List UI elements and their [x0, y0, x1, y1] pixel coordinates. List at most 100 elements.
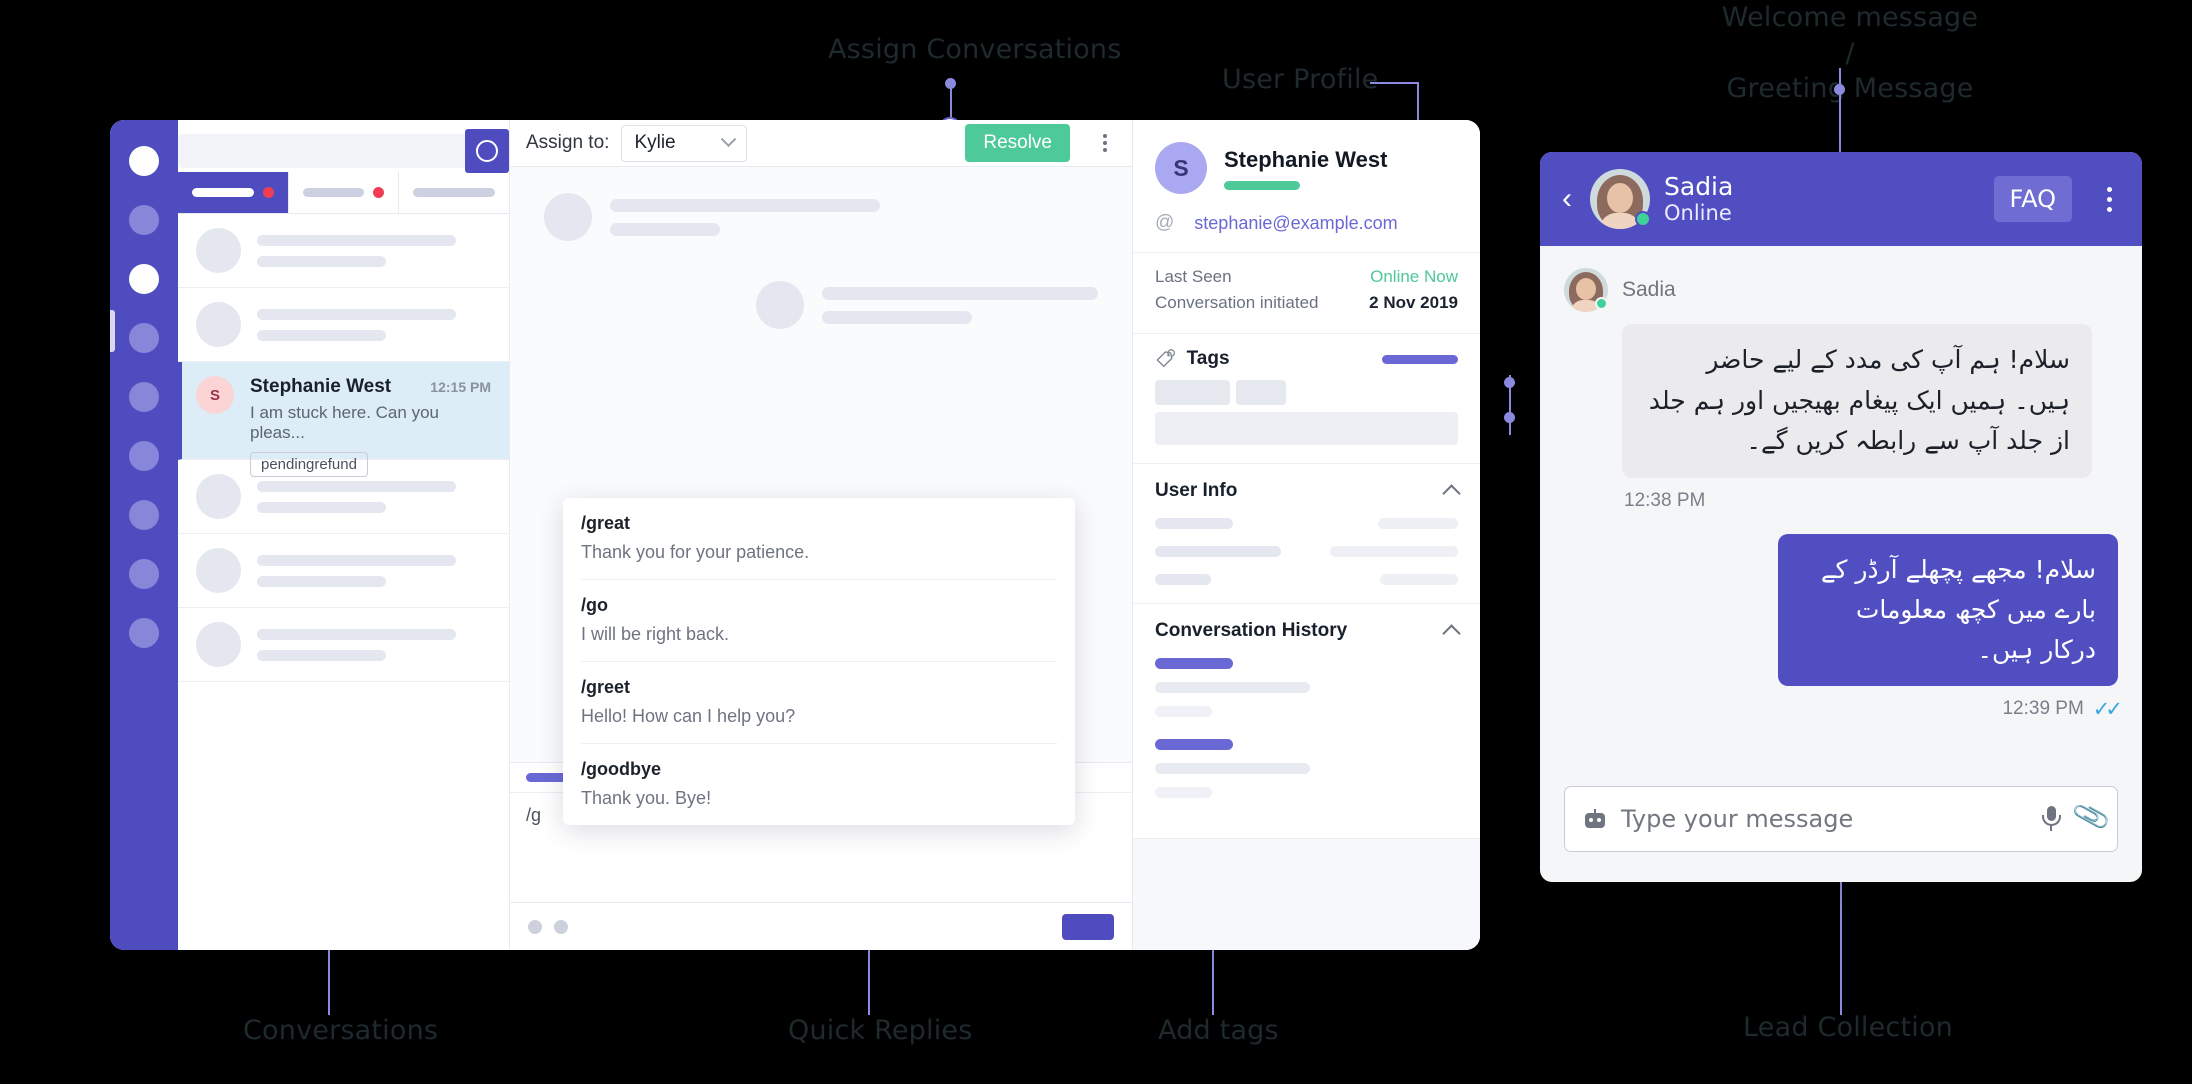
add-tag-button[interactable]	[1382, 354, 1458, 364]
widget-agent-name: Sadia	[1664, 171, 1734, 201]
list-item[interactable]	[178, 534, 509, 608]
list-item[interactable]	[178, 608, 509, 682]
history-entry[interactable]	[1155, 658, 1458, 717]
widget-message-sender-row: Sadia	[1564, 268, 2118, 312]
message-row-incoming	[544, 193, 1098, 241]
meta-key: Conversation initiated	[1155, 293, 1319, 312]
quick-reply-item[interactable]: /go I will be right back.	[581, 580, 1057, 662]
faq-button[interactable]: FAQ	[1993, 176, 2072, 222]
user-info-section: User Info	[1133, 464, 1480, 604]
tab-open[interactable]	[178, 172, 289, 213]
nav-item-4[interactable]	[129, 382, 159, 412]
quick-reply-item[interactable]: /goodbye Thank you. Bye!	[581, 744, 1057, 825]
tag-chip[interactable]	[1236, 380, 1286, 405]
quick-reply-text: I will be right back.	[581, 624, 730, 644]
conversation-toolbar: Assign to: Kylie Resolve	[510, 120, 1132, 167]
quick-reply-text: Hello! How can I help you?	[581, 706, 796, 726]
tab-open-label	[192, 188, 254, 197]
avatar	[544, 193, 592, 241]
quick-reply-command: /great	[581, 513, 631, 533]
search-icon	[476, 140, 498, 162]
contact-name: Stephanie West	[250, 376, 392, 397]
tag-input[interactable]	[1155, 412, 1458, 445]
profile-name: Stephanie West	[1224, 146, 1388, 172]
tag-chip[interactable]	[1155, 380, 1230, 405]
emoji-icon[interactable]	[528, 919, 542, 934]
assign-to-value: Kylie	[634, 132, 676, 153]
profile-status-bar	[1224, 180, 1300, 190]
conversation-history-header[interactable]: Conversation History	[1155, 620, 1461, 643]
annotation-assign-conversations: Assign Conversations	[828, 34, 1122, 65]
message-time-outgoing: 12:39 PM ✓✓	[2002, 697, 2123, 722]
list-item[interactable]	[178, 288, 509, 362]
avatar	[196, 622, 241, 667]
attachment-icon[interactable]: 📎	[2070, 797, 2112, 837]
meta-value: 2 Nov 2019	[1369, 293, 1458, 312]
conversation-panel: Assign to: Kylie Resolve /g /great Thank…	[510, 120, 1132, 950]
quick-reply-command: /goodbye	[581, 759, 661, 779]
list-item[interactable]	[178, 214, 509, 288]
widget-message-list: Sadia سلام! ہم آپ کی مدد کے لیے حاضر ہیں…	[1540, 246, 2142, 770]
assign-to-select[interactable]: Kylie	[621, 124, 748, 162]
list-item-body: Stephanie West 12:15 PM I am stuck here.…	[250, 376, 491, 477]
tag-chip-list	[1155, 380, 1458, 405]
profile-meta: Last Seen Online Now Conversation initia…	[1133, 253, 1480, 334]
quick-reply-item[interactable]: /greet Hello! How can I help you?	[581, 662, 1057, 744]
nav-item-6[interactable]	[129, 500, 159, 530]
user-profile-panel: S Stephanie West @ stephanie@example.com…	[1132, 120, 1480, 950]
quick-replies-popup: /great Thank you for your patience. /go …	[563, 498, 1075, 825]
nav-item-logo[interactable]	[129, 146, 159, 176]
nav-item-5[interactable]	[129, 441, 159, 471]
chevron-up-icon[interactable]	[1442, 623, 1461, 643]
back-icon[interactable]: ‹	[1562, 184, 1576, 214]
composer-toolbar	[510, 902, 1132, 950]
message-bubble-outgoing: سلام! مجھے پچھلے آرڈر کے بارے میں کچھ مع…	[1778, 533, 2118, 686]
profile-footer	[1133, 839, 1480, 950]
message-preview: I am stuck here. Can you pleas...	[250, 403, 439, 442]
tab-resolved-label	[413, 188, 496, 197]
user-info-row	[1155, 518, 1458, 529]
nav-item-1[interactable]	[129, 205, 159, 235]
widget-message-input[interactable]: Type your message 📎	[1564, 786, 2118, 852]
message-row-outgoing: سلام! مجھے پچھلے آرڈر کے بارے میں کچھ مع…	[1564, 533, 2123, 722]
nav-item-3[interactable]	[129, 323, 159, 353]
message-sender-name: Sadia	[1622, 278, 1676, 301]
quick-reply-text: Thank you for your patience.	[581, 542, 810, 562]
list-item-placeholder	[257, 308, 491, 341]
nav-item-7[interactable]	[129, 559, 159, 589]
widget-agent-identity: Sadia Online	[1664, 171, 1734, 226]
nav-rail	[110, 120, 178, 950]
annotation-user-profile: User Profile	[1222, 64, 1379, 95]
attachment-icon[interactable]	[554, 919, 568, 934]
send-button[interactable]	[1062, 913, 1114, 940]
annotation-quick-replies: Quick Replies	[788, 1015, 973, 1046]
list-item-placeholder	[257, 628, 491, 661]
microphone-icon[interactable]	[2041, 805, 2061, 833]
profile-identity: Stephanie West	[1224, 147, 1387, 190]
tab-pending[interactable]	[289, 172, 400, 213]
user-info-header[interactable]: User Info	[1155, 480, 1461, 503]
search-button[interactable]	[465, 129, 509, 173]
widget-composer: Type your message 📎	[1540, 770, 2142, 882]
message-row-outgoing	[544, 281, 1098, 329]
widget-more-options-icon[interactable]	[2098, 184, 2120, 214]
tab-resolved[interactable]	[399, 172, 509, 213]
nav-active-marker	[110, 310, 115, 352]
history-entry[interactable]	[1155, 739, 1458, 798]
tab-pending-badge	[373, 187, 385, 198]
more-options-icon[interactable]	[1094, 132, 1116, 154]
nav-item-2[interactable]	[129, 264, 159, 294]
profile-email[interactable]: stephanie@example.com	[1194, 213, 1397, 234]
meta-value: Online Now	[1370, 267, 1458, 286]
message-time-incoming: 12:38 PM	[1624, 489, 1706, 511]
chevron-up-icon[interactable]	[1442, 483, 1461, 503]
search-input[interactable]	[178, 134, 467, 168]
bot-icon[interactable]	[1583, 808, 1607, 830]
resolve-button[interactable]: Resolve	[965, 124, 1070, 162]
meta-row-conversation-initiated: Conversation initiated 2 Nov 2019	[1155, 293, 1458, 313]
avatar	[196, 548, 241, 593]
list-item-selected[interactable]: S Stephanie West 12:15 PM I am stuck her…	[178, 362, 509, 477]
nav-item-8[interactable]	[129, 618, 159, 648]
quick-reply-item[interactable]: /great Thank you for your patience.	[581, 498, 1057, 580]
user-info-title: User Info	[1155, 480, 1238, 501]
